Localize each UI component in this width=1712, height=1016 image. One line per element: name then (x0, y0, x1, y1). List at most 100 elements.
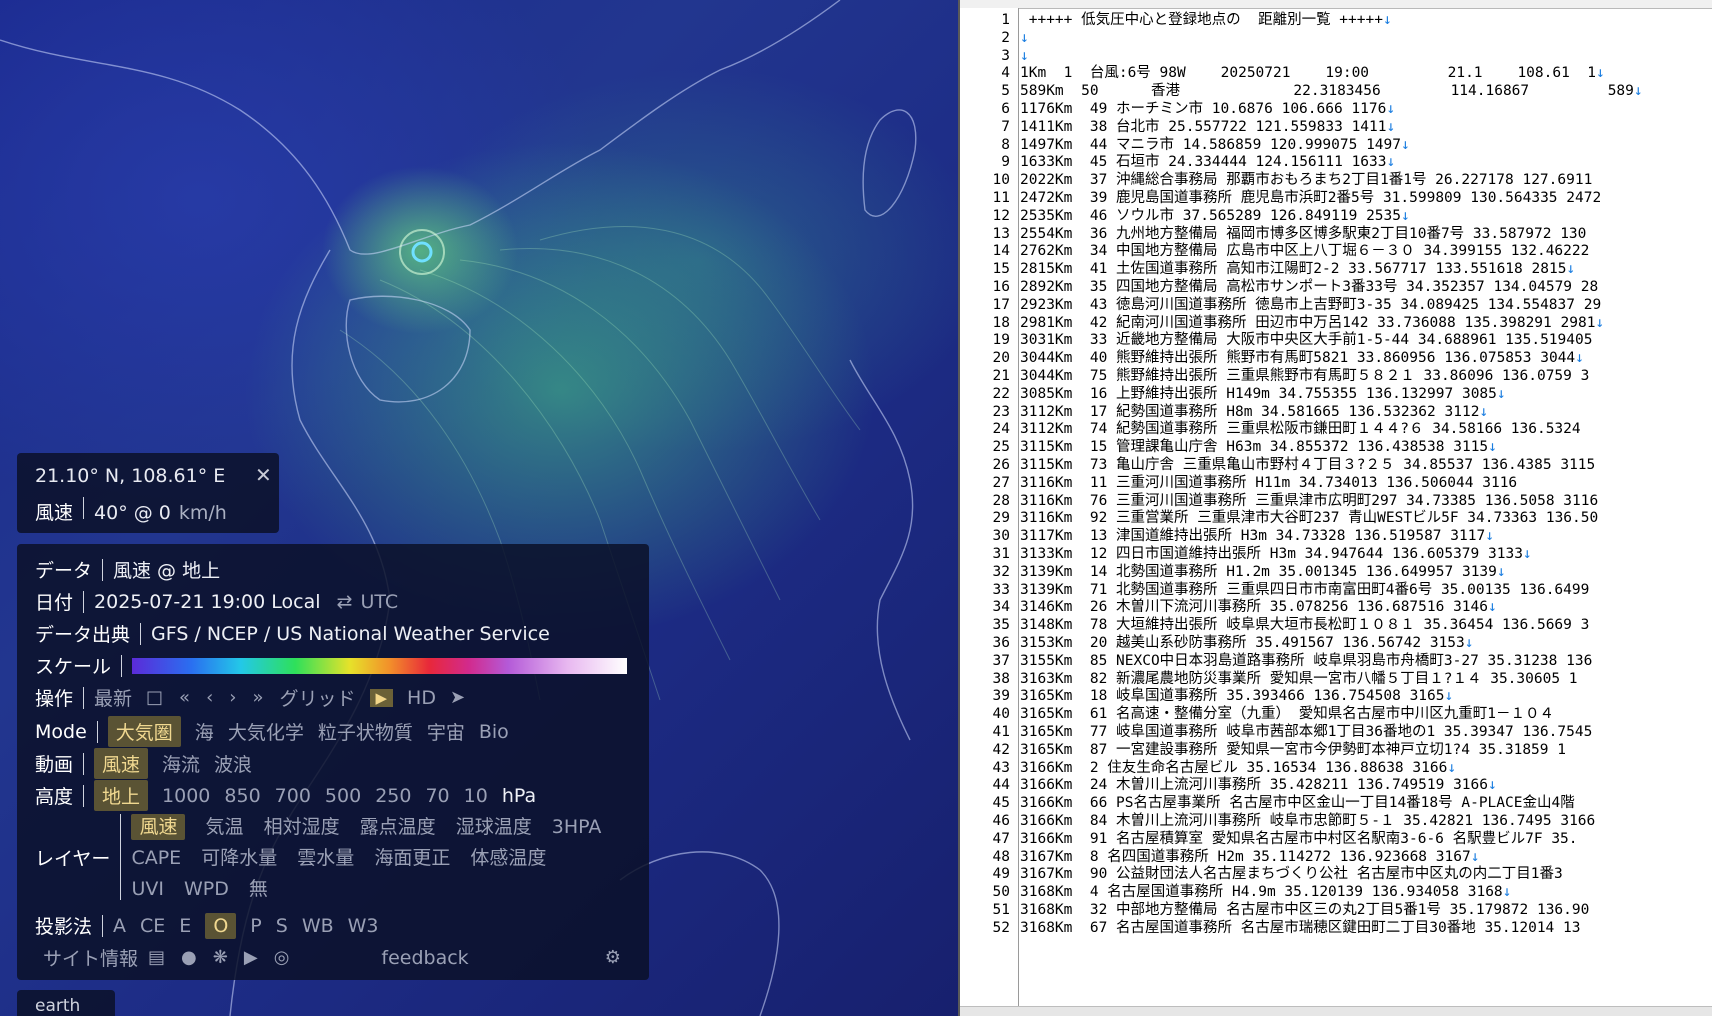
animation-option[interactable]: 風速 (94, 748, 149, 779)
wind-map[interactable]: 21.10° N, 108.61° E ✕ 風速 40° @ 0 km/h データ風… (0, 0, 958, 1016)
step-back-icon[interactable]: ‹ (206, 687, 213, 708)
source-value[interactable]: GFS / NCEP / US National Weather Service (151, 623, 550, 645)
height-option[interactable]: 70 (425, 785, 449, 807)
editor-line[interactable]: 14 2762Km 34 中国地方整備局 広島市中区上八丁堀６－３０ 34.399… (960, 243, 1712, 260)
editor-line[interactable]: 2 ↓ (960, 30, 1712, 47)
feedback-link[interactable]: feedback (381, 947, 468, 969)
editor-line[interactable]: 6 1176Km 49 ホーチミン市 10.6876 106.666 1176↓ (960, 101, 1712, 118)
layer-option[interactable]: WPD (184, 878, 229, 900)
layer-option[interactable]: 無 (249, 878, 268, 900)
earth-tab[interactable]: earth (17, 990, 115, 1016)
editor-line[interactable]: 45 3166Km 66 PS名古屋事業所 名古屋市中区金山一丁目14番18号 A… (960, 795, 1712, 812)
editor-line[interactable]: 51 3168Km 32 中部地方整備局 名古屋市中区三の丸2丁目5番1号 35.… (960, 902, 1712, 919)
editor-line[interactable]: 39 3165Km 18 岐阜国道事務所 35.393466 136.754508… (960, 688, 1712, 705)
fast-forward-icon[interactable]: » (252, 687, 263, 708)
step-forward-icon[interactable]: › (229, 687, 236, 708)
editor-line[interactable]: 23 3112Km 17 紀勢国道事務所 H8m 34.581665 136.53… (960, 404, 1712, 421)
editor-line[interactable]: 11 2472Km 39 鹿児島国道事務所 鹿児島市浜町2番5号 31.59980… (960, 190, 1712, 207)
youtube-icon[interactable]: ▶ (244, 947, 258, 968)
projection-option[interactable]: W3 (348, 915, 379, 937)
mode-option[interactable]: 大気圏 (107, 716, 181, 747)
projection-option[interactable]: A (113, 915, 126, 937)
editor-line[interactable]: 49 3167Km 90 公益財団法人名古屋まちづくり公社 名古屋市中区丸の内二丁… (960, 866, 1712, 883)
height-option[interactable]: 1000 (162, 785, 210, 807)
layer-option[interactable]: 3HPA (552, 816, 602, 838)
editor-line[interactable]: 38 3163Km 82 新濃尾農地防災事業所 愛知県一宮市八幡５丁目１?１４ 3… (960, 671, 1712, 688)
layer-option[interactable]: CAPE (131, 847, 181, 869)
editor-line[interactable]: 15 2815Km 41 土佐国道事務所 高知市江陽町2-2 33.567717 … (960, 261, 1712, 278)
locate-icon[interactable]: ➤ (450, 687, 465, 708)
editor-line[interactable]: 17 2923Km 43 徳島河川国道事務所 徳島市上吉野町3-35 34.089… (960, 297, 1712, 314)
mode-option[interactable]: 海 (195, 718, 214, 745)
layer-option[interactable]: 海面更正 (374, 847, 450, 869)
editor-line[interactable]: 34 3146Km 26 木曽川下流河川事務所 35.078256 136.687… (960, 599, 1712, 616)
editor-line[interactable]: 16 2892Km 35 四国地方整備局 高松市サンポート3番33号 34.352… (960, 279, 1712, 296)
editor-line[interactable]: 44 3166Km 24 木曽川上流河川事務所 35.428211 136.749… (960, 777, 1712, 794)
layer-option[interactable]: 雲水量 (297, 847, 354, 869)
mode-option[interactable]: 宇宙 (427, 718, 465, 745)
editor-line[interactable]: 20 3044Km 40 熊野維持出張所 熊野市有馬町5821 33.860956… (960, 350, 1712, 367)
editor-line[interactable]: 3 ↓ (960, 48, 1712, 65)
projection-option[interactable]: E (179, 915, 191, 937)
editor-line[interactable]: 26 3115Km 73 亀山庁舎 三重県亀山市野村４丁目３?２５ 34.8553… (960, 457, 1712, 474)
layer-option[interactable]: 露点温度 (360, 816, 436, 838)
height-option[interactable]: 500 (325, 785, 361, 807)
horizontal-scrollbar[interactable] (960, 1006, 1712, 1016)
bluesky-icon[interactable]: ❋ (213, 947, 228, 968)
editor-line[interactable]: 1 +++++ 低気圧中心と登録地点の 距離別一覧 +++++↓ (960, 12, 1712, 29)
grid-toggle[interactable]: グリッド (279, 684, 355, 711)
editor-line[interactable]: 13 2554Km 36 九州地方整備局 福岡市博多区博多駅東2丁目10番7号 3… (960, 226, 1712, 243)
editor-line[interactable]: 29 3116Km 92 三重営業所 三重県津市大谷町237 青山WESTビル5F… (960, 510, 1712, 527)
editor-line[interactable]: 18 2981Km 42 紀南河川国道事務所 田辺市中万呂142 33.73608… (960, 315, 1712, 332)
site-info-link[interactable]: サイト情報 (43, 944, 138, 971)
animation-option[interactable]: 波浪 (214, 750, 252, 777)
date-value[interactable]: 2025-07-21 19:00 Local (94, 591, 321, 613)
editor-line[interactable]: 30 3117Km 13 津国道維持出張所 H3m 34.73328 136.51… (960, 528, 1712, 545)
height-option[interactable]: 700 (275, 785, 311, 807)
layer-option[interactable]: 湿球温度 (456, 816, 532, 838)
editor-line[interactable]: 40 3165Km 61 名高速・整備分室（九重） 愛知県名古屋市中川区九重町1－… (960, 706, 1712, 723)
editor-line[interactable]: 28 3116Km 76 三重河川国道事務所 三重県津市広明町297 34.733… (960, 493, 1712, 510)
layer-option[interactable]: 可降水量 (201, 847, 277, 869)
editor-line[interactable]: 32 3139Km 14 北勢国道事務所 H1.2m 35.001345 136.… (960, 564, 1712, 581)
wind-unit-toggle[interactable]: km/h (179, 502, 227, 524)
editor-line[interactable]: 43 3166Km 2 住友生命名古屋ビル 35.16534 136.88638 … (960, 760, 1712, 777)
editor-line[interactable]: 7 1411Km 38 台北市 25.557722 121.559833 1411… (960, 119, 1712, 136)
editor-line[interactable]: 12 2535Km 46 ソウル市 37.565289 126.849119 25… (960, 208, 1712, 225)
height-option[interactable]: 250 (375, 785, 411, 807)
editor-line[interactable]: 42 3165Km 87 一宮建設事務所 愛知県一宮市今伊勢町本神戸立切1?4 3… (960, 742, 1712, 759)
editor-line[interactable]: 47 3166Km 91 名古屋積算室 愛知県名古屋市中村区名駅南3-6-6 名駅… (960, 831, 1712, 848)
layer-option[interactable]: 体感温度 (470, 847, 546, 869)
editor-line[interactable]: 4 1Km 1 台風:6号 98W 20250721 19:00 21.1 108… (960, 65, 1712, 82)
height-option[interactable]: 10 (464, 785, 488, 807)
editor-line[interactable]: 37 3155Km 85 NEXCO中日本羽島道路事務所 岐阜県羽島市舟橋町3-2… (960, 653, 1712, 670)
editor-line[interactable]: 27 3116Km 11 三重河川国道事務所 H11m 34.734013 136… (960, 475, 1712, 492)
editor-line[interactable]: 21 3044Km 75 熊野維持出張所 三重県熊野市有馬町５８２１ 33.860… (960, 368, 1712, 385)
mode-option[interactable]: 粒子状物質 (318, 718, 413, 745)
editor-line[interactable]: 35 3148Km 78 大垣維持出張所 岐阜県大垣市長松町１０８１ 35.364… (960, 617, 1712, 634)
hd-toggle[interactable]: HD (407, 687, 436, 709)
play-icon[interactable]: ▶ (369, 688, 394, 707)
mode-option[interactable]: 大気化学 (228, 718, 304, 745)
editor-line[interactable]: 36 3153Km 20 越美山系砂防事務所 35.491567 136.5674… (960, 635, 1712, 652)
editor-line[interactable]: 25 3115Km 15 管理課亀山庁舎 H63m 34.855372 136.4… (960, 439, 1712, 456)
editor-line[interactable]: 9 1633Km 45 石垣市 24.334444 124.156111 1633… (960, 154, 1712, 171)
animation-option[interactable]: 海流 (162, 750, 200, 777)
editor-line[interactable]: 22 3085Km 16 上野維持出張所 H149m 34.755355 136.… (960, 386, 1712, 403)
editor-line[interactable]: 50 3168Km 4 名古屋国道事務所 H4.9m 35.120139 136.… (960, 884, 1712, 901)
layer-option[interactable]: 相対湿度 (264, 816, 340, 838)
gear-icon[interactable]: ⚙ (605, 947, 621, 968)
layer-option[interactable]: 風速 (131, 814, 186, 840)
instagram-icon[interactable]: ◎ (274, 947, 290, 968)
editor-line[interactable]: 8 1497Km 44 マニラ市 14.586859 120.999075 149… (960, 137, 1712, 154)
editor-line[interactable]: 10 2022Km 37 沖縄総合事務局 那覇市おもろまち2丁目1番1号 26.2… (960, 172, 1712, 189)
book-icon[interactable]: ▤ (148, 947, 165, 968)
layer-option[interactable]: UVI (131, 878, 164, 900)
projection-option[interactable]: CE (140, 915, 165, 937)
editor-line[interactable]: 33 3139Km 71 北勢国道事務所 三重県四日市市南富田町4番6号 35.0… (960, 582, 1712, 599)
editor-line[interactable]: 31 3133Km 12 四日市国道維持出張所 H3m 34.947644 136… (960, 546, 1712, 563)
projection-option[interactable]: WB (302, 915, 334, 937)
text-editor[interactable]: 1 +++++ 低気圧中心と登録地点の 距離別一覧 +++++↓ 2 ↓ 3 ↓ 4 1Km… (960, 0, 1712, 1016)
projection-option[interactable]: P (250, 915, 261, 937)
utc-toggle[interactable]: UTC (360, 591, 398, 613)
